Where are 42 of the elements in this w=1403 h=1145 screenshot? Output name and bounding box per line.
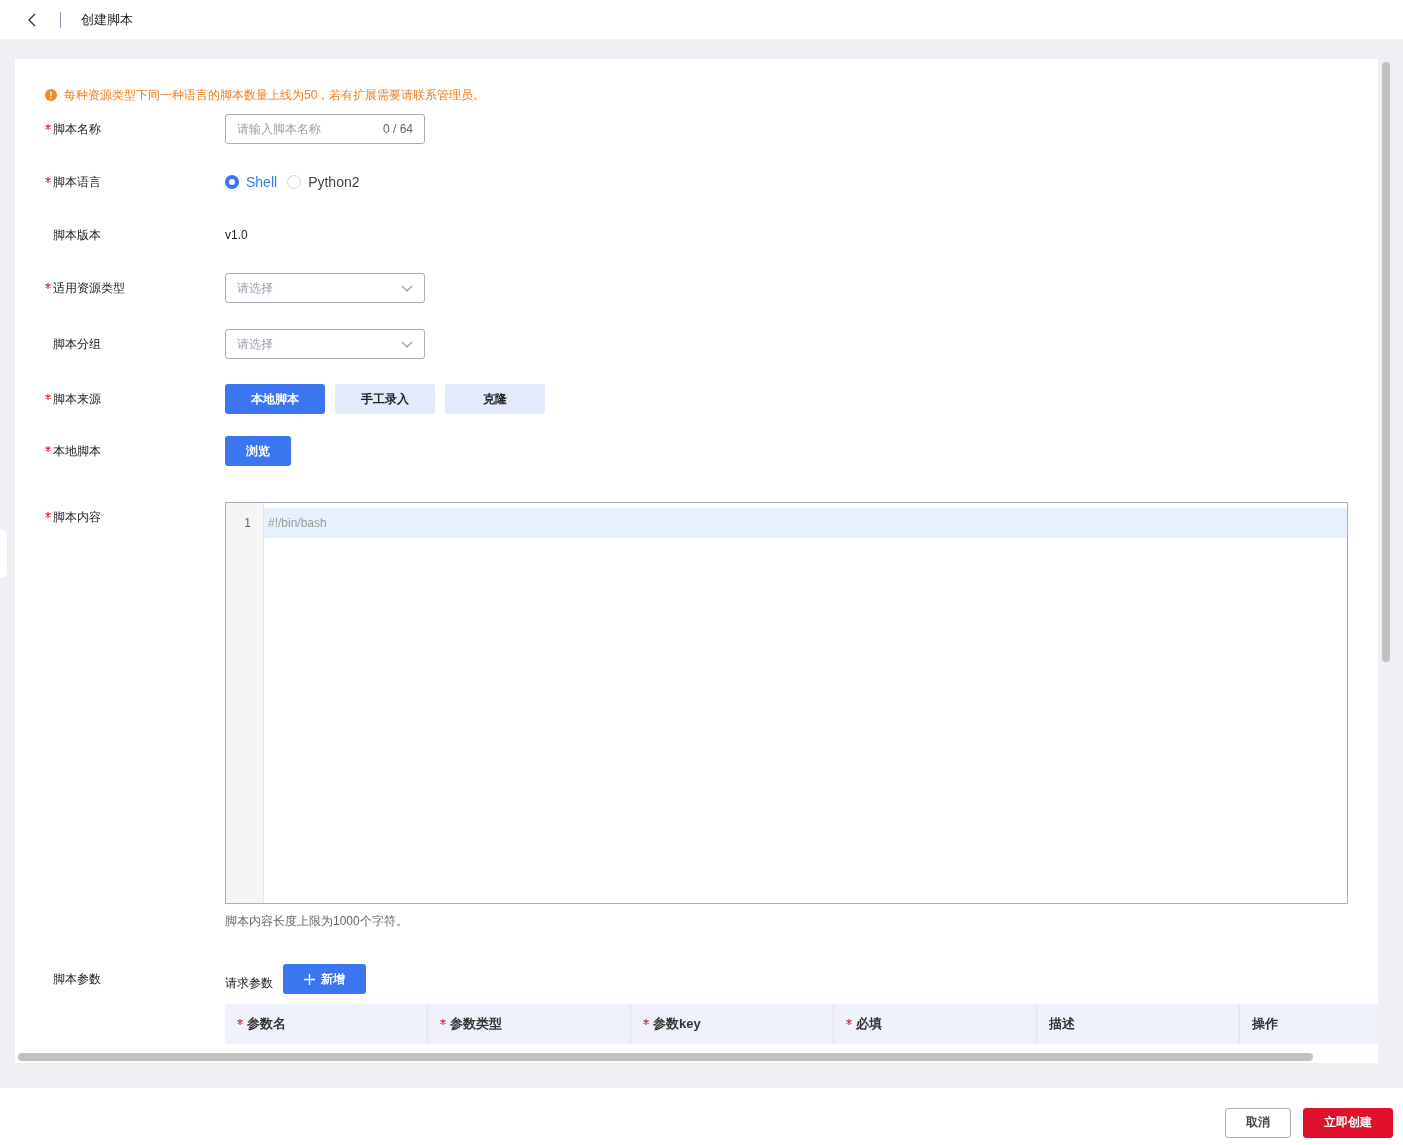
field-label: 脚本语言 xyxy=(53,173,101,191)
select-field[interactable]: 请选择 xyxy=(225,273,425,303)
section-label: 请求参数 xyxy=(225,975,273,992)
add-button[interactable]: 新增 xyxy=(283,964,366,994)
field-label: 脚本名称 xyxy=(53,120,101,138)
version-value: v1.0 xyxy=(225,228,248,242)
source-tab[interactable]: 本地脚本 xyxy=(225,384,325,414)
back-icon[interactable] xyxy=(28,12,36,27)
browse-button[interactable]: 浏览 xyxy=(225,436,291,466)
column-header: 必填 xyxy=(834,1004,1037,1044)
column-header: 参数key xyxy=(631,1004,834,1044)
vertical-scrollbar[interactable] xyxy=(1382,62,1390,662)
cancel-button[interactable]: 取消 xyxy=(1225,1107,1291,1138)
horizontal-scrollbar[interactable] xyxy=(18,1053,1313,1061)
field-label: 本地脚本 xyxy=(53,442,101,460)
column-header: 描述 xyxy=(1037,1004,1240,1044)
line-number: 1 xyxy=(243,515,252,532)
hint-text: 脚本内容长度上限为1000个字符。 xyxy=(225,913,409,930)
column-header: 操作 xyxy=(1240,1004,1378,1044)
select-field[interactable]: 请选择 xyxy=(225,329,425,359)
field-label: 脚本参数 xyxy=(53,970,101,988)
field-label: 脚本分组 xyxy=(53,335,101,353)
code-editor[interactable]: 1 #!/bin/bash xyxy=(225,502,1348,904)
field-label: 脚本版本 xyxy=(53,226,101,244)
warning-icon xyxy=(45,89,57,101)
create-button[interactable]: 立即创建 xyxy=(1303,1107,1393,1138)
chevron-down-icon xyxy=(401,284,413,292)
source-tab[interactable]: 手工录入 xyxy=(335,384,435,414)
field-label: 适用资源类型 xyxy=(53,279,125,297)
chevron-down-icon xyxy=(401,340,413,348)
plus-icon xyxy=(304,973,315,985)
char-counter: 0 / 64 xyxy=(382,122,413,136)
name-input-field[interactable]: 请输入脚本名称 0 / 64 xyxy=(225,114,425,144)
page-title: 创建脚本 xyxy=(81,10,133,29)
source-tab[interactable]: 克隆 xyxy=(445,384,545,414)
field-label: 脚本来源 xyxy=(53,390,101,408)
column-header: 参数名 xyxy=(225,1004,428,1044)
column-header: 参数类型 xyxy=(428,1004,631,1044)
notice-text: 每种资源类型下同一种语言的脚本数量上线为50，若有扩展需要请联系管理员。 xyxy=(64,86,486,104)
radio-option[interactable]: Python2 xyxy=(287,174,360,190)
field-label: 脚本内容 xyxy=(53,508,101,526)
radio-option[interactable]: Shell xyxy=(225,174,278,190)
